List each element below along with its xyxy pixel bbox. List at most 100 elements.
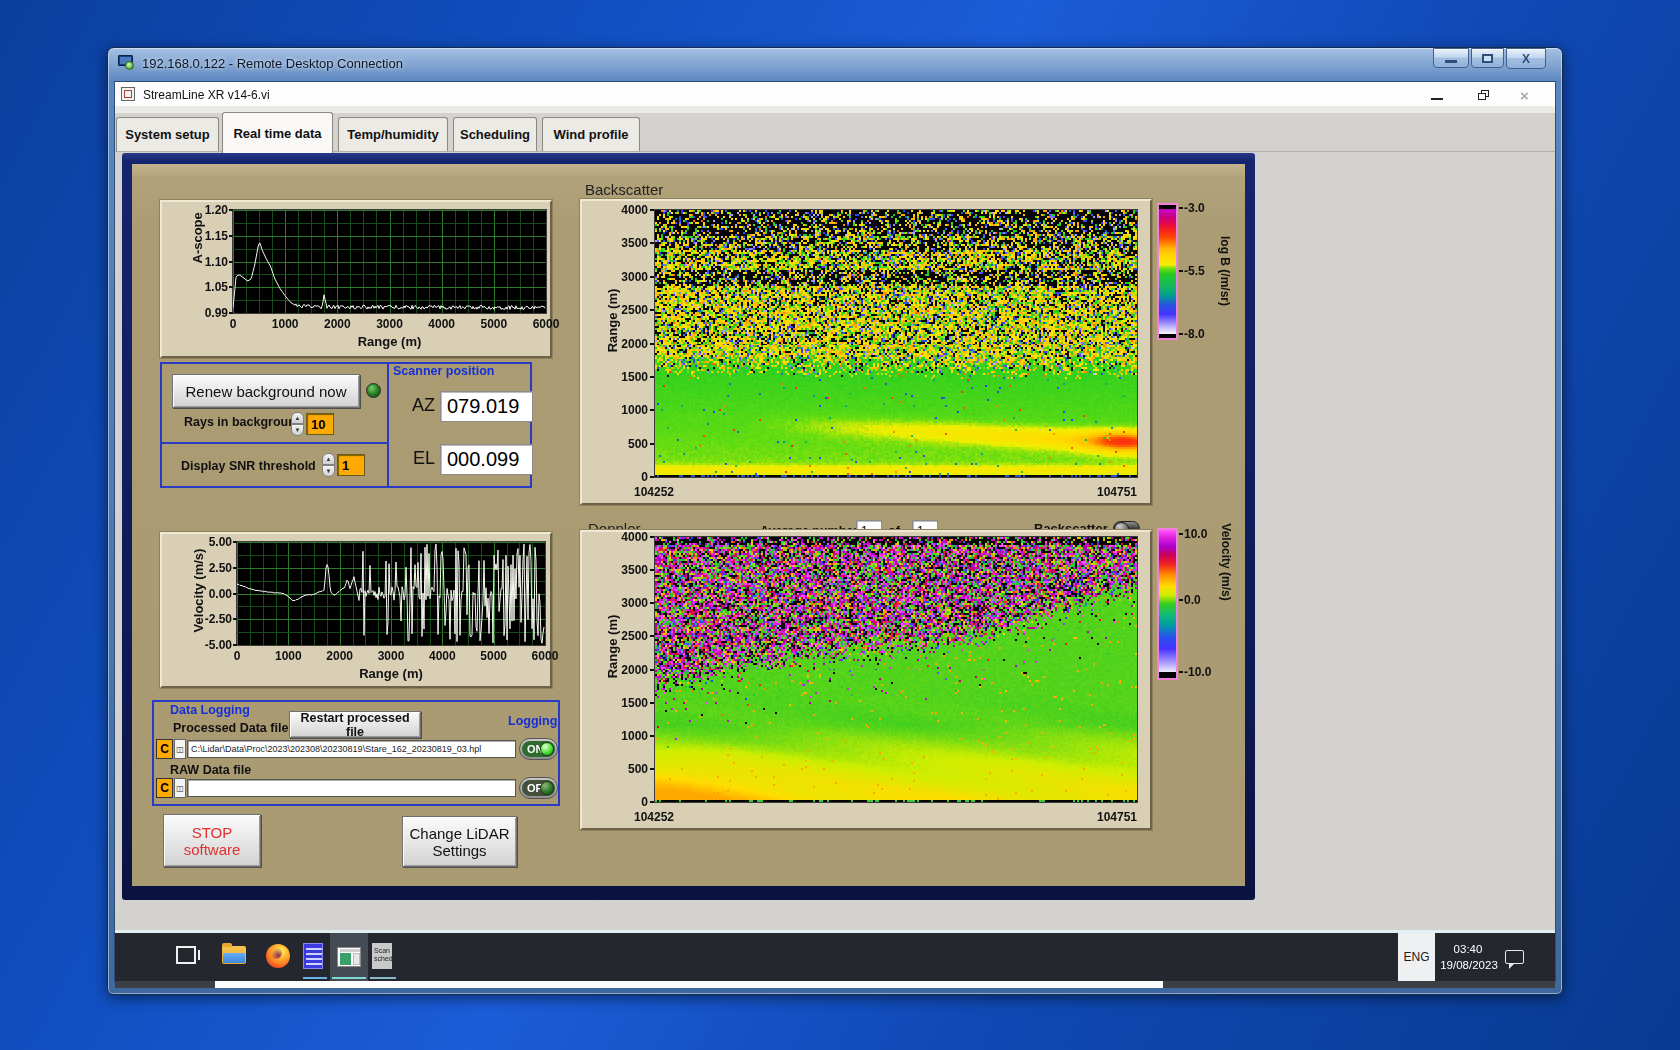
colorbar-tick-label: -3.0: [1184, 201, 1205, 215]
veter-app-icon[interactable]: [303, 943, 323, 969]
raw-data-file-label: RAW Data file: [170, 763, 251, 777]
tab-wind-profile[interactable]: Wind profile: [542, 117, 640, 151]
axis-tick: [233, 541, 237, 543]
axis-tick-label: 2500: [606, 629, 648, 643]
axis-tick: [233, 567, 237, 569]
vi-minimize-button[interactable]: [1431, 98, 1443, 100]
colorbar-tick: [1179, 207, 1183, 209]
backscatter-colorbar-label: log B (/m/sr): [1218, 226, 1232, 316]
axis-tick-label: 1.10: [196, 255, 228, 269]
restart-processed-file-button[interactable]: Restart processed file: [289, 711, 421, 738]
renew-background-button[interactable]: Renew background now: [172, 374, 360, 408]
az-value-field[interactable]: 079.019: [440, 391, 533, 422]
rays-in-background-label: Rays in background: [184, 415, 303, 429]
file-explorer-icon[interactable]: [222, 946, 246, 964]
axis-tick-label: 0: [606, 795, 648, 809]
language-indicator[interactable]: ENG: [1398, 933, 1435, 981]
axis-tick-label: 0: [217, 649, 257, 663]
rdp-scrollbar-thumb[interactable]: [215, 981, 1163, 988]
axis-tick-label: 2000: [606, 663, 648, 677]
colorbar-tick-label: 10.0: [1184, 527, 1207, 541]
colorbar-tick-label: -10.0: [1184, 665, 1211, 679]
raw-drive-button[interactable]: C: [156, 778, 173, 798]
tab-temp-humidity[interactable]: Temp/humidity: [338, 117, 448, 151]
axis-tick-label: 1000: [606, 729, 648, 743]
axis-tick-label: 0.00: [192, 587, 232, 601]
scan-running-indicator: [370, 977, 396, 979]
axis-tick-label: 1000: [268, 649, 308, 663]
axis-tick: [650, 669, 654, 671]
scan-scheduler-icon[interactable]: Scan sched: [372, 943, 392, 969]
axis-tick-label: 1000: [606, 403, 648, 417]
vi-close-button[interactable]: ×: [1520, 87, 1529, 104]
axis-tick-label: 1.15: [196, 229, 228, 243]
clock-date[interactable]: 19/08/2023: [1436, 959, 1502, 971]
colorbar-tick: [1179, 671, 1183, 673]
rdp-maximize-button[interactable]: [1471, 48, 1504, 68]
snr-spinner[interactable]: ▲▼: [322, 453, 335, 477]
rays-spinner[interactable]: ▲▼: [291, 412, 304, 436]
rays-value-field[interactable]: 10: [306, 413, 334, 435]
processed-drive-button[interactable]: C: [156, 739, 173, 759]
group-divider-vertical: [387, 362, 389, 488]
colorbar-tick: [1179, 333, 1183, 335]
axis-tick-label: 5000: [474, 649, 514, 663]
tab-scheduling[interactable]: Scheduling: [453, 117, 537, 151]
stop-software-button[interactable]: STOPsoftware: [163, 814, 261, 867]
rdp-close-button[interactable]: X: [1506, 48, 1546, 69]
axis-tick: [233, 644, 237, 646]
axis-tick: [650, 276, 654, 278]
snr-threshold-label: Display SNR threshold: [181, 459, 316, 473]
processed-path-field[interactable]: C:\Lidar\Data\Proc\2023\202308\20230819\…: [187, 740, 516, 758]
firefox-icon[interactable]: [266, 944, 290, 968]
axis-tick-label: 6000: [525, 649, 565, 663]
logging-off-toggle[interactable]: OFF: [519, 777, 558, 799]
renew-led-indicator: [366, 383, 381, 398]
axis-tick: [650, 443, 654, 445]
change-lidar-settings-button[interactable]: Change LiDARSettings: [402, 816, 517, 867]
processed-browse-icon[interactable]: ◫: [174, 739, 186, 759]
colorbar-tick: [1179, 533, 1183, 535]
logging-label: Logging: [508, 714, 557, 728]
clock-time[interactable]: 03:40: [1438, 943, 1498, 955]
backscatter-title: Backscatter: [585, 181, 663, 198]
snr-value-field[interactable]: 1: [337, 454, 365, 476]
logging-on-toggle[interactable]: ON: [519, 738, 558, 760]
axis-tick: [650, 569, 654, 571]
action-center-icon[interactable]: [1505, 950, 1524, 964]
task-view-icon[interactable]: [176, 946, 196, 964]
axis-tick-label: 2.50: [192, 561, 232, 575]
axis-tick-label: 3500: [606, 563, 648, 577]
raw-path-field[interactable]: [187, 779, 516, 797]
ascope-plot: [233, 210, 546, 313]
axis-tick-label: 500: [606, 762, 648, 776]
axis-tick: [650, 343, 654, 345]
el-value-field[interactable]: 000.099: [440, 444, 533, 475]
backscatter-ylabel: Range (m): [605, 271, 620, 371]
vi-restore-button[interactable]: [1478, 90, 1490, 101]
axis-tick: [229, 209, 233, 211]
processed-data-file-label: Processed Data file: [173, 721, 288, 735]
tab-system-setup[interactable]: System setup: [116, 117, 219, 151]
axis-tick-label: 4000: [606, 530, 648, 544]
axis-tick-label: 2000: [317, 317, 357, 331]
backscatter-heatmap: [655, 210, 1137, 477]
axis-tick-label: 3500: [606, 236, 648, 250]
colorbar-tick: [1179, 599, 1183, 601]
streamline-app-icon[interactable]: [337, 947, 361, 967]
vi-window-icon: [121, 87, 135, 101]
axis-tick: [229, 312, 233, 314]
axis-tick-label: 1.20: [196, 203, 228, 217]
axis-tick: [650, 242, 654, 244]
axis-tick-label: 1500: [606, 370, 648, 384]
axis-tick: [650, 409, 654, 411]
raw-browse-icon[interactable]: ◫: [174, 778, 186, 798]
rdp-minimize-button[interactable]: [1433, 48, 1469, 68]
axis-tick-label: 0: [213, 317, 253, 331]
axis-tick: [650, 635, 654, 637]
axis-tick-label: 4000: [422, 649, 462, 663]
axis-tick: [650, 768, 654, 770]
tab-real-time-data[interactable]: Real time data: [222, 112, 333, 153]
axis-tick: [229, 286, 233, 288]
velocity-xlabel: Range (m): [237, 666, 545, 681]
